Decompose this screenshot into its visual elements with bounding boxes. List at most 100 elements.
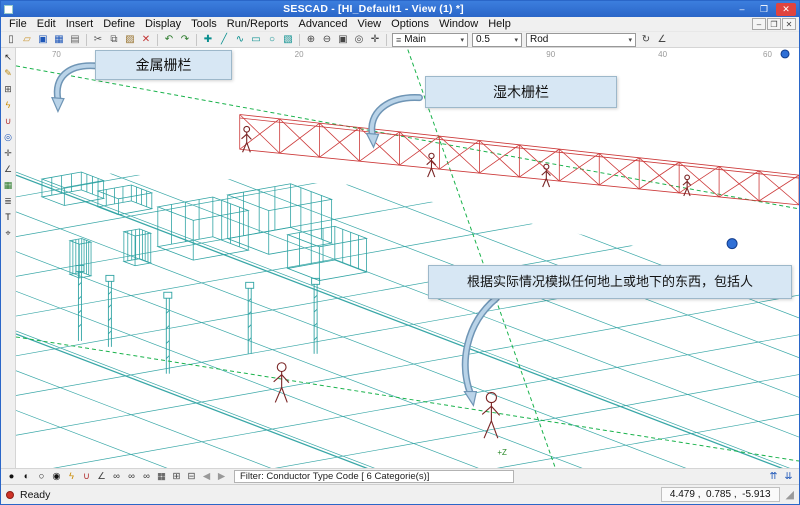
wireframe-scene: 7020904060 +Z: [16, 48, 799, 468]
status-ready-text: Ready: [20, 489, 50, 501]
minimize-button[interactable]: –: [732, 3, 752, 16]
main-toolbar: ▯▱▣▦▤✂⧉▨✕↶↷✚╱∿▭○▧⊕⊖▣◎✛ ≡Main▾0.5▾Rod▾ ↻∠: [1, 31, 799, 48]
mdi-minimize-button[interactable]: –: [752, 18, 766, 30]
layers-icon[interactable]: ≣: [2, 195, 15, 207]
callout-metal-fence[interactable]: 金属栅栏: [95, 50, 232, 80]
mdi-restore-button[interactable]: ❐: [767, 18, 781, 30]
status-indicator-icon: [6, 491, 14, 499]
text-tool-icon[interactable]: T: [2, 211, 15, 223]
find-icon[interactable]: ∞: [109, 470, 124, 484]
pan-icon[interactable]: ✛: [367, 32, 383, 47]
scroll-down-icon[interactable]: ⇊: [781, 470, 796, 484]
toolbar-separator: [196, 34, 197, 46]
menu-advanced[interactable]: Advanced: [294, 18, 353, 30]
rotate-view-icon[interactable]: ↻: [638, 32, 654, 47]
lightning-icon[interactable]: ϟ: [2, 99, 15, 111]
rect-tool-icon[interactable]: ▭: [248, 32, 264, 47]
save-all-icon[interactable]: ▦: [51, 32, 67, 47]
axes-icon[interactable]: ⌖: [2, 227, 15, 239]
window-title: SESCAD - [HI_Default1 - View (1) *]: [17, 3, 730, 15]
grid-size-combo[interactable]: 0.5▾: [472, 33, 522, 47]
drawing-canvas[interactable]: 7020904060 +Z 金属栅栏 湿木栅栏 根据实际情况模拟任何地上或地下的…: [16, 48, 799, 468]
cursor-coordinates: 4.479 , 0.785 , -5.913: [661, 487, 780, 502]
table-view-icon[interactable]: ▦: [154, 470, 169, 484]
toolbar-separator: [157, 34, 158, 46]
print-icon[interactable]: ▤: [67, 32, 83, 47]
menu-view[interactable]: View: [352, 18, 386, 30]
menu-options[interactable]: Options: [386, 18, 434, 30]
measure-icon[interactable]: ∠: [654, 32, 670, 47]
zoom-window-icon[interactable]: ▣: [335, 32, 351, 47]
toolbar-separator: [86, 34, 87, 46]
line-tool-icon[interactable]: ╱: [216, 32, 232, 47]
half-node-icon[interactable]: ◐: [19, 470, 34, 484]
z-axis-label: +Z: [497, 448, 507, 457]
nav-back-icon[interactable]: ◀: [199, 470, 214, 484]
pan-hand-icon[interactable]: ✛: [2, 147, 15, 159]
menu-display[interactable]: Display: [140, 18, 186, 30]
zoom-icon[interactable]: ◎: [2, 131, 15, 143]
title-bar: SESCAD - [HI_Default1 - View (1) *] – ❐ …: [1, 1, 799, 17]
box3d-tool-icon[interactable]: ▧: [280, 32, 296, 47]
draw-pencil-icon[interactable]: ✎: [2, 67, 15, 79]
select-pointer-icon[interactable]: ↖: [2, 51, 15, 63]
scroll-up-icon[interactable]: ⇈: [766, 470, 781, 484]
zoom-out-icon[interactable]: ⊖: [319, 32, 335, 47]
energize-icon[interactable]: ϟ: [64, 470, 79, 484]
circle-tool-icon[interactable]: ○: [264, 32, 280, 47]
menu-window[interactable]: Window: [434, 18, 483, 30]
grid-off-icon[interactable]: ⊟: [184, 470, 199, 484]
copy-icon[interactable]: ⧉: [106, 32, 122, 47]
close-button[interactable]: ✕: [776, 3, 796, 16]
open-file-icon[interactable]: ▱: [19, 32, 35, 47]
menu-define[interactable]: Define: [98, 18, 140, 30]
zoom-box-icon[interactable]: ⊞: [2, 83, 15, 95]
mdi-close-button[interactable]: ✕: [782, 18, 796, 30]
callout-simulation-note[interactable]: 根据实际情况模拟任何地上或地下的东西，包括人: [428, 265, 792, 299]
object-type-combo-value: Rod: [530, 34, 624, 45]
save-icon[interactable]: ▣: [35, 32, 51, 47]
resize-grip[interactable]: ◢: [786, 488, 794, 501]
target-node-icon[interactable]: ◉: [49, 470, 64, 484]
chevron-down-icon: ▾: [460, 36, 464, 44]
menu-help[interactable]: Help: [483, 18, 516, 30]
grid-size-combo-value: 0.5: [476, 34, 510, 45]
object-type-combo[interactable]: Rod▾: [526, 33, 636, 47]
paste-icon[interactable]: ▨: [122, 32, 138, 47]
callout-wet-wood-fence[interactable]: 湿木栅栏: [425, 76, 617, 108]
svg-text:90: 90: [546, 50, 555, 59]
black-node-icon[interactable]: ●: [4, 470, 19, 484]
status-bar: Ready 4.479 , 0.785 , -5.913 ◢: [1, 484, 799, 504]
magnet-icon[interactable]: ∪: [2, 115, 15, 127]
undo-icon[interactable]: ↶: [161, 32, 177, 47]
new-file-icon[interactable]: ▯: [3, 32, 19, 47]
redo-icon[interactable]: ↷: [177, 32, 193, 47]
menu-bar: FileEditInsertDefineDisplayToolsRun/Repo…: [1, 17, 799, 31]
nav-forward-icon[interactable]: ▶: [214, 470, 229, 484]
angle-snap-icon[interactable]: ∠: [94, 470, 109, 484]
menu-edit[interactable]: Edit: [32, 18, 61, 30]
sescad-window: SESCAD - [HI_Default1 - View (1) *] – ❐ …: [0, 0, 800, 505]
magnet-snap-icon[interactable]: ∪: [79, 470, 94, 484]
menu-run-reports[interactable]: Run/Reports: [222, 18, 294, 30]
drawing-toolbar: ↖ ✎ ⊞ ϟ ∪ ◎ ✛ ∠ ▦ ≣ T ⌖: [1, 48, 16, 468]
app-icon: [4, 5, 13, 14]
zoom-extents-icon[interactable]: ◎: [351, 32, 367, 47]
point-tool-icon[interactable]: ✚: [200, 32, 216, 47]
white-node-icon[interactable]: ○: [34, 470, 49, 484]
delete-icon[interactable]: ✕: [138, 32, 154, 47]
maximize-button[interactable]: ❐: [754, 3, 774, 16]
find-next-icon[interactable]: ∞: [124, 470, 139, 484]
zoom-in-icon[interactable]: ⊕: [303, 32, 319, 47]
cut-icon[interactable]: ✂: [90, 32, 106, 47]
grid-on-icon[interactable]: ⊞: [169, 470, 184, 484]
find-previous-icon[interactable]: ∞: [139, 470, 154, 484]
polyline-tool-icon[interactable]: ∿: [232, 32, 248, 47]
menu-tools[interactable]: Tools: [186, 18, 222, 30]
grid-icon[interactable]: ▦: [2, 179, 15, 191]
measure-angle-icon[interactable]: ∠: [2, 163, 15, 175]
menu-insert[interactable]: Insert: [61, 18, 99, 30]
filter-status: Filter: Conductor Type Code [ 6 Categori…: [234, 470, 514, 483]
menu-file[interactable]: File: [4, 18, 32, 30]
view-combo[interactable]: ≡Main▾: [392, 33, 468, 47]
